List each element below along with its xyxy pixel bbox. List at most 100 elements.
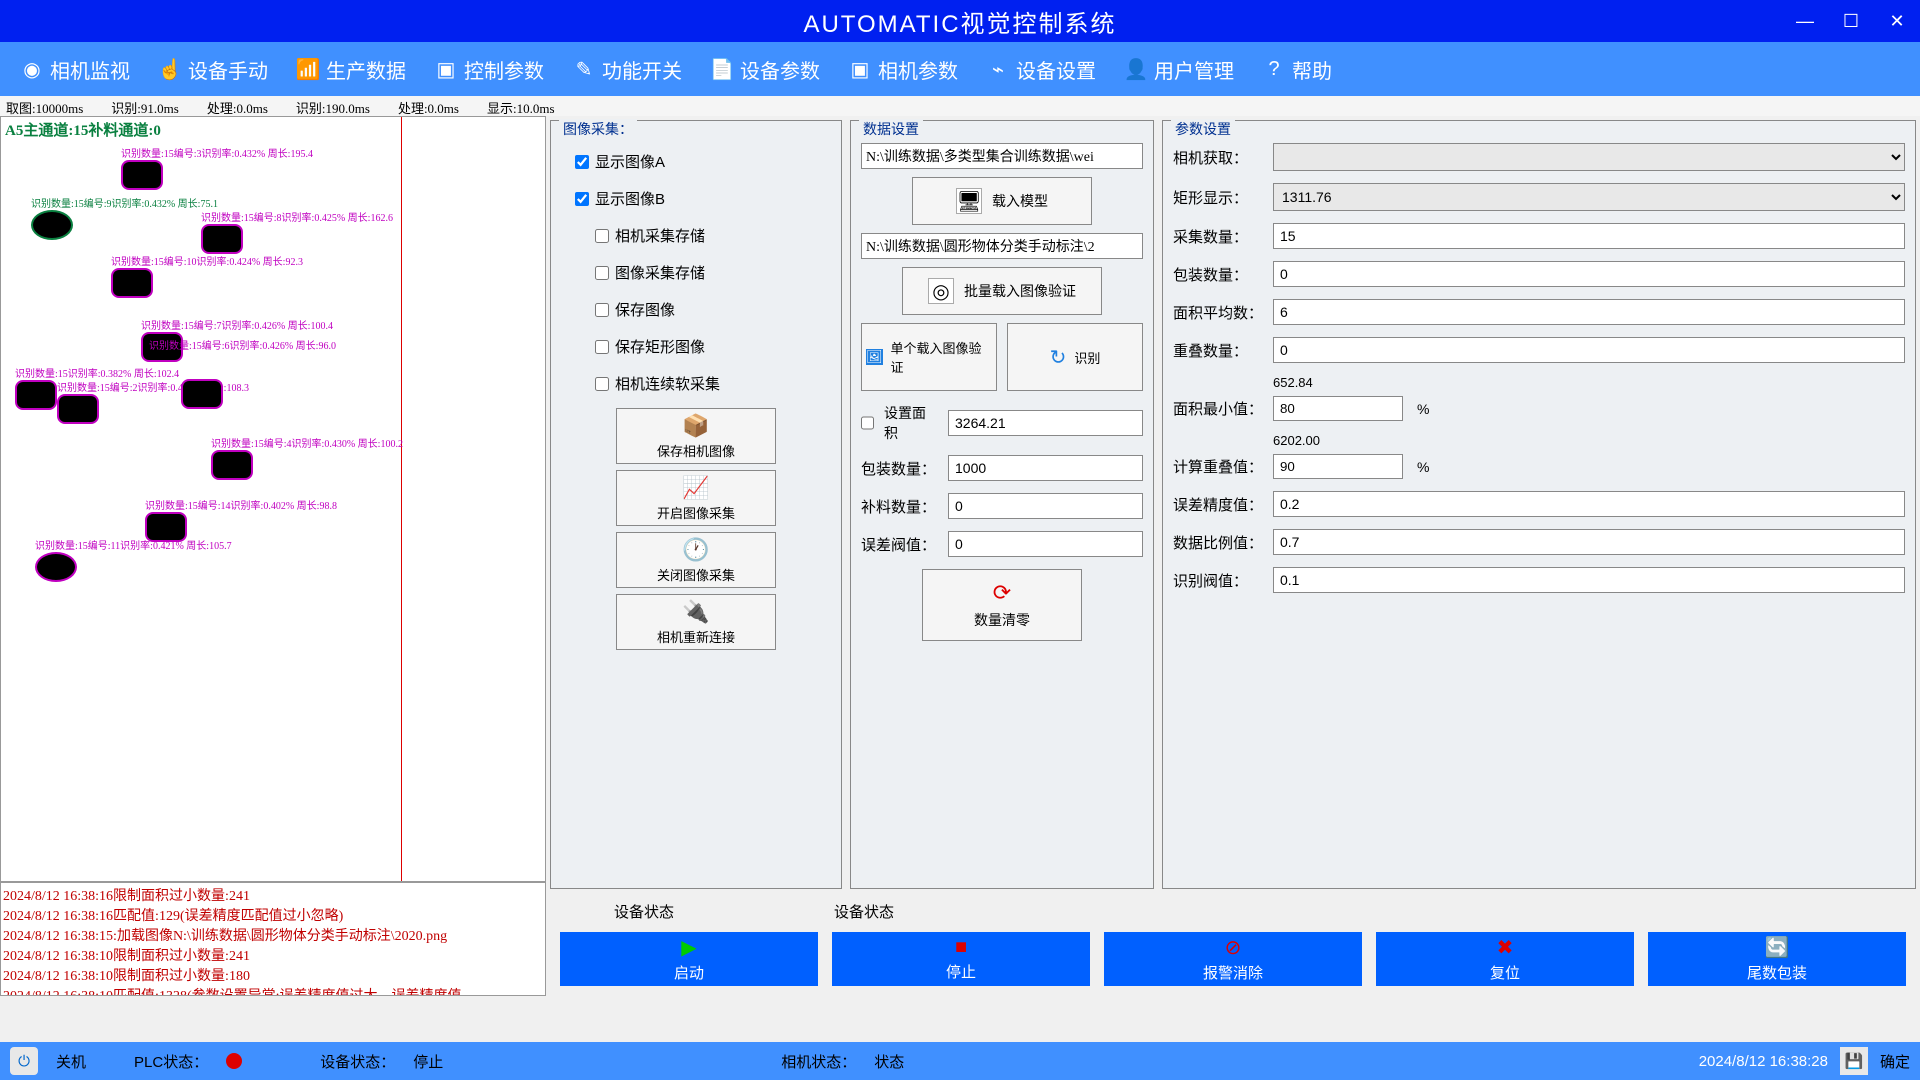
label-error-precision: 误差精度值： <box>1173 494 1263 515</box>
calc-overlap-input[interactable] <box>1273 454 1403 479</box>
tool-icon: ? <box>1262 57 1286 81</box>
start-button[interactable]: ▶启动 <box>560 932 818 986</box>
play-icon: ▶ <box>681 935 696 960</box>
start-capture-button[interactable]: 📈开启图像采集 <box>616 470 776 526</box>
toolbar-item-6[interactable]: ▣相机参数 <box>836 51 970 88</box>
tool-icon: ✎ <box>572 57 596 81</box>
alarm-icon: ⊘ <box>1225 935 1242 960</box>
checkbox-show-image-a[interactable] <box>575 155 589 169</box>
reset-count-button[interactable]: ⟳数量清零 <box>922 569 1082 641</box>
checkbox-img-store[interactable] <box>595 266 609 280</box>
log-line: 2024/8/12 16:38:16匹配值:129(误差精度匹配值过小忽略) <box>3 905 543 925</box>
log-line: 2024/8/12 16:38:10匹配值:1328(参数设置异常:误差精度值过… <box>3 985 543 996</box>
recog-threshold-input[interactable] <box>1273 567 1905 593</box>
tail-pack-button[interactable]: 🔄尾数包装 <box>1648 932 1906 986</box>
checkbox-save-rect[interactable] <box>595 340 609 354</box>
checkbox-save-img[interactable] <box>595 303 609 317</box>
plc-label: PLC状态： <box>134 1051 208 1072</box>
stop-capture-button[interactable]: 🕐关闭图像采集 <box>616 532 776 588</box>
data-ratio-input[interactable] <box>1273 529 1905 555</box>
vision-preview: A5主通道:15补料通道:0 识别数量:15编号:3识别率:0.432% 周长:… <box>0 116 546 882</box>
status-header-2: 设备状态 <box>834 901 894 922</box>
save-button[interactable]: 💾 <box>1840 1047 1868 1075</box>
tool-icon: 📄 <box>710 57 734 81</box>
toolbar-item-2[interactable]: 📶生产数据 <box>284 51 418 88</box>
maximize-button[interactable]: ☐ <box>1828 0 1874 42</box>
toolbar-item-3[interactable]: ▣控制参数 <box>422 51 556 88</box>
error-threshold-input[interactable] <box>948 531 1143 557</box>
metric-recog2: 识别:190.0ms <box>296 98 370 114</box>
pack-count-input[interactable] <box>948 455 1143 481</box>
metrics-bar: 取图:10000ms 识别:91.0ms 处理:0.0ms 识别:190.0ms… <box>0 96 1920 116</box>
floppy-icon: 💾 <box>1845 1052 1864 1070</box>
batch-verify-button[interactable]: ◎批量载入图像验证 <box>902 267 1102 315</box>
label-data-ratio: 数据比例值： <box>1173 532 1263 553</box>
toolbar-item-1[interactable]: ☝设备手动 <box>146 51 280 88</box>
stop-icon: ■ <box>955 936 967 959</box>
status-header-1: 设备状态 <box>614 901 674 922</box>
single-verify-button[interactable]: 🖼单个载入图像验证 <box>861 323 997 391</box>
status-section: 设备状态 设备状态 ▶启动 ■停止 ⊘报警消除 ✖复位 🔄尾数包装 <box>546 893 1920 996</box>
recognize-button[interactable]: ↻识别 <box>1007 323 1143 391</box>
toolbar-item-7[interactable]: ⌁设备设置 <box>974 51 1108 88</box>
load-model-button[interactable]: 🖥载入模型 <box>912 177 1092 225</box>
label-area-avg: 面积平均数： <box>1173 302 1263 323</box>
plc-status-dot <box>226 1053 242 1069</box>
cam-reconnect-button[interactable]: 🔌相机重新连接 <box>616 594 776 650</box>
checkbox-show-image-b[interactable] <box>575 192 589 206</box>
panel-title-params: 参数设置 <box>1171 119 1235 139</box>
log-panel[interactable]: 2024/8/12 16:38:16限制面积过小数量:2412024/8/12 … <box>0 882 546 996</box>
checkbox-set-area[interactable] <box>861 416 874 430</box>
tool-icon: 👤 <box>1124 57 1148 81</box>
feed-count-input[interactable] <box>948 493 1143 519</box>
pack-num-input[interactable] <box>1273 261 1905 287</box>
checkbox-continuous-soft[interactable] <box>595 377 609 391</box>
label-capture-count: 采集数量： <box>1173 226 1263 247</box>
label-overlap: 重叠数量： <box>1173 340 1263 361</box>
close-button[interactable]: ✕ <box>1874 0 1920 42</box>
log-line: 2024/8/12 16:38:16限制面积过小数量:241 <box>3 885 543 905</box>
overlap-input[interactable] <box>1273 337 1905 363</box>
hint-area-min: 652.84 <box>1273 375 1905 390</box>
device-status-value: 停止 <box>413 1051 443 1072</box>
panel-title-dataset: 数据设置 <box>859 119 923 139</box>
toolbar-item-4[interactable]: ✎功能开关 <box>560 51 694 88</box>
metric-proc1: 处理:0.0ms <box>207 98 268 114</box>
rect-display-select[interactable]: 1311.76 <box>1273 183 1905 211</box>
error-precision-input[interactable] <box>1273 491 1905 517</box>
toolbar-item-9[interactable]: ?帮助 <box>1250 51 1344 88</box>
minimize-button[interactable]: — <box>1782 0 1828 42</box>
model-path-input[interactable] <box>861 143 1143 169</box>
confirm-label[interactable]: 确定 <box>1880 1051 1910 1072</box>
checkbox-cam-store[interactable] <box>595 229 609 243</box>
label-contsoft: 相机连续软采集 <box>615 373 720 394</box>
toolbar-item-8[interactable]: 👤用户管理 <box>1112 51 1246 88</box>
power-button[interactable]: ⏻ <box>10 1047 38 1075</box>
tool-icon: ⌁ <box>986 57 1010 81</box>
cam-get-select[interactable] <box>1273 143 1905 171</box>
label-save-img: 保存图像 <box>615 299 675 320</box>
stop-button[interactable]: ■停止 <box>832 932 1090 986</box>
save-cam-image-button[interactable]: 📦保存相机图像 <box>616 408 776 464</box>
tool-icon: ▣ <box>434 57 458 81</box>
label-cam-get: 相机获取： <box>1173 147 1263 168</box>
clear-alarm-button[interactable]: ⊘报警消除 <box>1104 932 1362 986</box>
reset-icon: ⟳ <box>993 580 1011 606</box>
toolbar-item-5[interactable]: 📄设备参数 <box>698 51 832 88</box>
area-value-input[interactable] <box>948 410 1143 436</box>
label-rect-display: 矩形显示： <box>1173 187 1263 208</box>
toolbar-item-0[interactable]: ◉相机监视 <box>8 51 142 88</box>
reset-button[interactable]: ✖复位 <box>1376 932 1634 986</box>
plug-icon: 🔌 <box>682 599 709 625</box>
area-min-input[interactable] <box>1273 396 1403 421</box>
cam-status-value: 状态 <box>874 1051 904 1072</box>
sync-icon: 🔄 <box>1765 935 1790 960</box>
panel-title-imgcap: 图像采集： <box>559 119 637 139</box>
device-status-label: 设备状态： <box>320 1051 395 1072</box>
target-icon: ◎ <box>928 278 954 304</box>
main-toolbar: ◉相机监视☝设备手动📶生产数据▣控制参数✎功能开关📄设备参数▣相机参数⌁设备设置… <box>0 42 1920 96</box>
area-avg-input[interactable] <box>1273 299 1905 325</box>
verify-path-input[interactable] <box>861 233 1143 259</box>
tool-icon: ◉ <box>20 57 44 81</box>
capture-count-input[interactable] <box>1273 223 1905 249</box>
